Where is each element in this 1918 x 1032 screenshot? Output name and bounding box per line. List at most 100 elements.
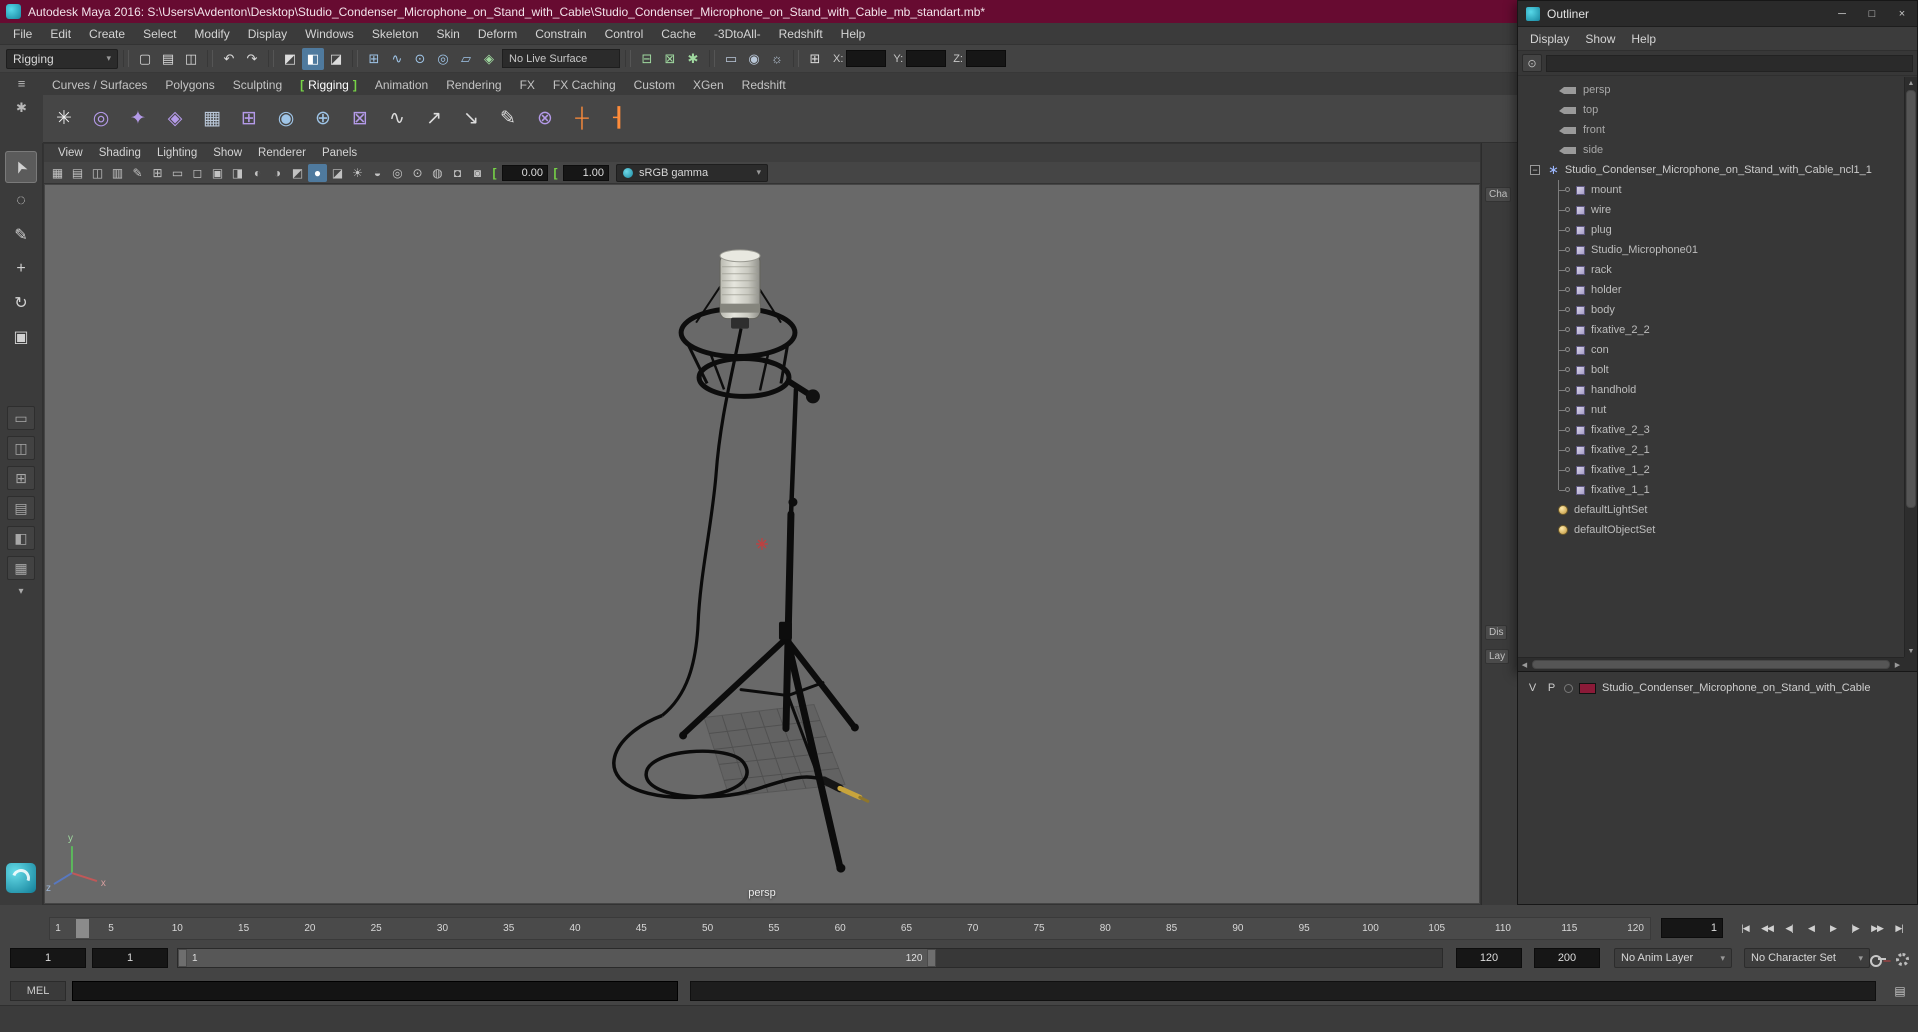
shelf-menu-icon[interactable]: ≡	[18, 76, 26, 91]
expand-toggle[interactable]	[1530, 165, 1540, 175]
undo-icon[interactable]: ↶	[218, 48, 240, 70]
lattice-icon[interactable]: ⊕	[306, 102, 340, 136]
script-editor-icon[interactable]: ▤	[1890, 982, 1910, 1000]
timeline-tick[interactable]: 80	[1100, 918, 1111, 939]
outliner-title-bar[interactable]: Outliner ─ □ ×	[1518, 1, 1917, 27]
z-input[interactable]	[965, 50, 1006, 67]
step-back-key-button[interactable]: ◀|	[1778, 917, 1800, 940]
range-slider-track[interactable]: 1 120	[177, 948, 1443, 968]
tab-display-layers[interactable]: Dis	[1485, 625, 1508, 640]
timeline-tick[interactable]: 55	[768, 918, 779, 939]
exposure-bracket-icon[interactable]: [	[488, 166, 501, 180]
close-button[interactable]: ×	[1887, 1, 1917, 27]
paint-tool-icon[interactable]: ✎	[491, 102, 525, 136]
select-component-icon[interactable]: ◪	[325, 48, 347, 70]
horizontal-scrollbar[interactable]: ◀ ▶	[1518, 657, 1904, 671]
layer-color-swatch[interactable]	[1579, 682, 1596, 694]
outliner-row[interactable]: Studio_Condenser_Microphone_on_Stand_wit…	[1518, 160, 1904, 180]
current-time-cursor[interactable]	[75, 919, 89, 938]
insert-joint-icon[interactable]: ◈	[158, 102, 192, 136]
x-input[interactable]	[846, 50, 887, 67]
outliner-row[interactable]: body	[1518, 300, 1904, 320]
outliner-row[interactable]: handhold	[1518, 380, 1904, 400]
bookmark-icon[interactable]: ▤	[68, 164, 87, 182]
textured-mode-icon[interactable]: ◪	[328, 164, 347, 182]
2d-pan-zoom-icon[interactable]: ▥	[108, 164, 127, 182]
film-gate-icon[interactable]: ▭	[168, 164, 187, 182]
timeline-tick[interactable]: 110	[1495, 918, 1511, 939]
go-to-start-button[interactable]: |◀	[1734, 917, 1756, 940]
outliner-row[interactable]: holder	[1518, 280, 1904, 300]
menu-item[interactable]: -3DtoAll-	[705, 23, 770, 45]
outliner-row[interactable]: fixative_2_2	[1518, 320, 1904, 340]
tab-channel-box[interactable]: Cha	[1485, 187, 1512, 202]
shelf-tab[interactable]: Rendering	[437, 75, 510, 95]
layout-single-pane-button[interactable]: ▭	[7, 406, 35, 430]
animation-preferences-button[interactable]	[1892, 950, 1912, 968]
xray-icon[interactable]: ◘	[448, 164, 467, 182]
menu-item[interactable]: Redshift	[770, 23, 832, 45]
render-settings-icon[interactable]: ☼	[766, 48, 788, 70]
viewport-menu-item[interactable]: Shading	[91, 144, 149, 162]
layer-visibility-toggle[interactable]: V	[1526, 682, 1539, 694]
timeline-tick[interactable]: 35	[503, 918, 514, 939]
menu-item[interactable]: Control	[596, 23, 653, 45]
pole-vector-icon[interactable]: ⊗	[528, 102, 562, 136]
bind-skin-icon[interactable]: ▦	[195, 102, 229, 136]
menu-item[interactable]: Modify	[185, 23, 238, 45]
menu-item[interactable]: File	[4, 23, 41, 45]
timeline-tick[interactable]: 95	[1299, 918, 1310, 939]
range-end-handle[interactable]	[927, 949, 937, 967]
outliner-row[interactable]: defaultObjectSet	[1518, 520, 1904, 540]
timeline-tick[interactable]: 70	[967, 918, 978, 939]
new-scene-icon[interactable]: ▢	[134, 48, 156, 70]
outliner-row[interactable]: persp	[1518, 80, 1904, 100]
paint-skin-weights-icon[interactable]: ⊞	[232, 102, 266, 136]
shelf-tab[interactable]: Curves / Surfaces	[43, 75, 156, 95]
safe-action-icon[interactable]: ◐	[248, 164, 267, 182]
gamma-field[interactable]: 1.00	[563, 164, 609, 181]
motion-blur-icon[interactable]: ⊙	[408, 164, 427, 182]
ik-spline-icon[interactable]: ✦	[121, 102, 155, 136]
animation-end-field[interactable]: 200	[1534, 948, 1600, 968]
viewport-menu-item[interactable]: Panels	[314, 144, 365, 162]
shelf-tab[interactable]: XGen	[684, 75, 733, 95]
auto-keyframe-toggle[interactable]	[1868, 950, 1888, 968]
command-input[interactable]	[72, 981, 678, 1001]
scrollbar-thumb[interactable]	[1532, 660, 1890, 669]
resolution-gate-icon[interactable]: ◻	[188, 164, 207, 182]
save-scene-icon[interactable]: ◫	[180, 48, 202, 70]
layout-three-pane-button[interactable]: ▤	[7, 496, 35, 520]
timeline-tick[interactable]: 75	[1033, 918, 1044, 939]
range-slider-thumb[interactable]: 1 120	[178, 949, 937, 967]
maximize-button[interactable]: □	[1857, 1, 1887, 27]
outliner-row[interactable]: defaultLightSet	[1518, 500, 1904, 520]
shaded-mode-icon[interactable]: ●	[308, 163, 327, 182]
paint-select-tool[interactable]: ✎	[5, 219, 37, 251]
menu-set-selector[interactable]: Rigging ▾	[6, 48, 118, 69]
layout-four-pane-button[interactable]: ⊞	[7, 466, 35, 490]
wrap-deformer-icon[interactable]: ⊠	[343, 102, 377, 136]
outliner-row[interactable]: fixative_1_2	[1518, 460, 1904, 480]
make-live-icon[interactable]: ◈	[478, 48, 500, 70]
redo-icon[interactable]: ↷	[241, 48, 263, 70]
snap-to-projected-center-icon[interactable]: ◎	[432, 48, 454, 70]
use-all-lights-icon[interactable]: ☀	[348, 164, 367, 182]
edit-attribute-icon[interactable]: ┨	[602, 102, 636, 136]
layout-more-caret[interactable]: ▾	[18, 586, 23, 597]
command-language-toggle[interactable]: MEL	[10, 981, 66, 1001]
minimize-button[interactable]: ─	[1827, 1, 1857, 27]
layout-preset-button[interactable]: ▦	[7, 556, 35, 580]
lasso-select-tool[interactable]: ◌	[5, 185, 37, 217]
timeline-tick[interactable]: 60	[835, 918, 846, 939]
layer-name[interactable]: Studio_Condenser_Microphone_on_Stand_wit…	[1602, 682, 1870, 694]
menu-item[interactable]: Windows	[296, 23, 363, 45]
filter-icon[interactable]: ⊙	[1522, 54, 1542, 72]
outputs-from-selected-icon[interactable]: ⊠	[659, 48, 681, 70]
menu-item[interactable]: Create	[80, 23, 134, 45]
timeline-tick[interactable]: 40	[569, 918, 580, 939]
scroll-left-icon[interactable]: ◀	[1518, 658, 1531, 671]
outliner-row[interactable]: nut	[1518, 400, 1904, 420]
timeline-tick[interactable]: 10	[172, 918, 183, 939]
parent-constraint-icon[interactable]: ↗	[417, 102, 451, 136]
